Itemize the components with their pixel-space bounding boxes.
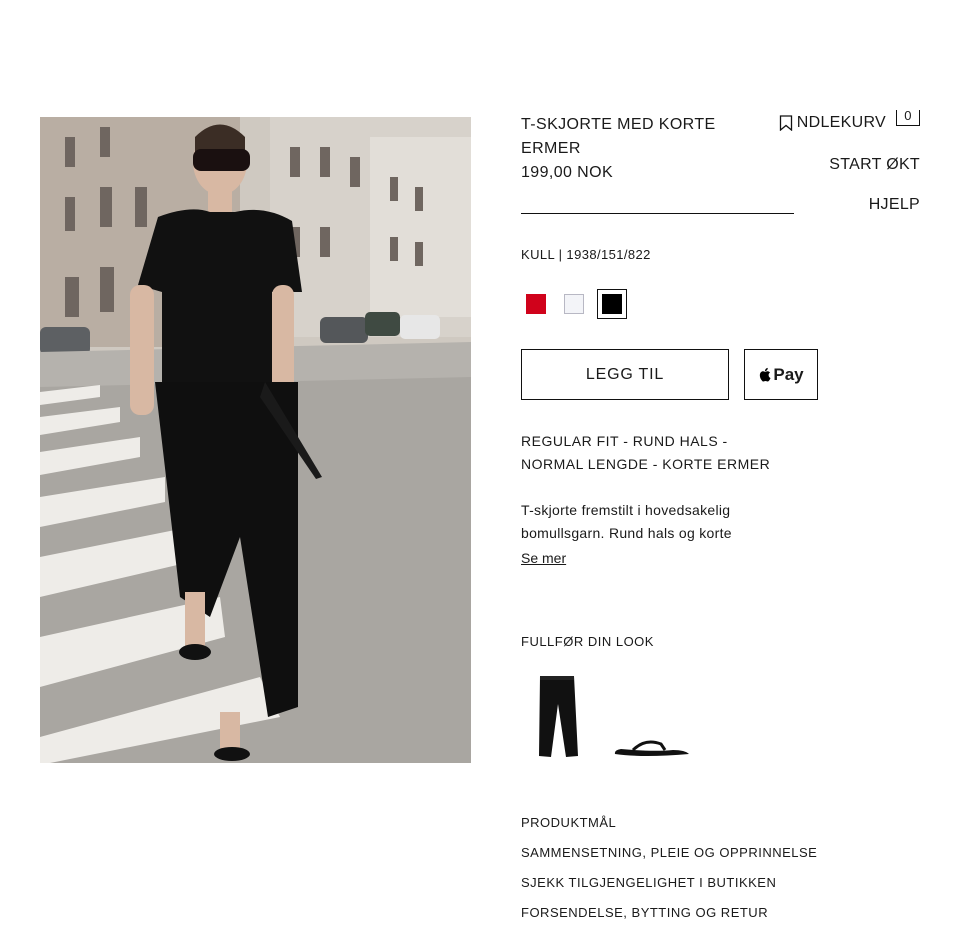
product-info-links: PRODUKTMÅL SAMMENSETNING, PLEIE OG OPPRI… [521, 815, 817, 932]
look-item-trousers[interactable] [521, 666, 599, 766]
link-product-measurements[interactable]: PRODUKTMÅL [521, 815, 817, 845]
product-title: T-SKJORTE MED KORTE ERMER [521, 116, 716, 157]
add-to-cart-button[interactable]: LEGG TIL [521, 349, 729, 400]
fit-details: REGULAR FIT - RUND HALS - NORMAL LENGDE … [521, 433, 771, 472]
divider [521, 213, 794, 214]
apple-icon [760, 367, 771, 382]
swatch-red[interactable] [521, 289, 551, 319]
complete-look-title: FULLFØR DIN LOOK [521, 634, 654, 649]
apple-pay-label: Pay [773, 364, 804, 384]
purchase-buttons: LEGG TIL Pay [521, 349, 821, 400]
link-shipping-returns[interactable]: FORSENDELSE, BYTTING OG RETUR [521, 905, 817, 932]
start-session-link[interactable]: START ØKT [829, 156, 920, 174]
trousers-thumbnail [539, 676, 578, 757]
basket-count: 0 [896, 109, 920, 126]
sandal-thumbnail [614, 740, 689, 756]
color-swatches [521, 289, 821, 319]
see-more-link[interactable]: Se mer [521, 550, 566, 566]
swatch-black-fill [602, 294, 622, 314]
link-composition-care[interactable]: SAMMENSETNING, PLEIE OG OPPRINNELSE [521, 845, 817, 875]
help-link[interactable]: HJELP [869, 196, 920, 214]
swatch-white[interactable] [559, 289, 589, 319]
product-price: 199,00 NOK [521, 164, 614, 181]
link-store-availability[interactable]: SJEKK TILGJENGELIGHET I BUTIKKEN [521, 875, 817, 905]
apple-pay-button[interactable]: Pay [744, 349, 818, 400]
look-item-sandal[interactable] [613, 666, 691, 766]
swatch-white-fill [564, 294, 584, 314]
product-image[interactable] [40, 117, 471, 763]
product-description: T-skjorte fremstilt i hovedsakelig bomul… [521, 502, 732, 541]
product-info: T-SKJORTE MED KORTE ERMER 199,00 NOK KUL… [521, 113, 821, 568]
swatch-red-fill [526, 294, 546, 314]
complete-look-items [521, 666, 691, 766]
color-reference: KULL | 1938/151/822 [521, 247, 651, 262]
swatch-black[interactable] [597, 289, 627, 319]
product-photo-illustration [40, 117, 471, 763]
